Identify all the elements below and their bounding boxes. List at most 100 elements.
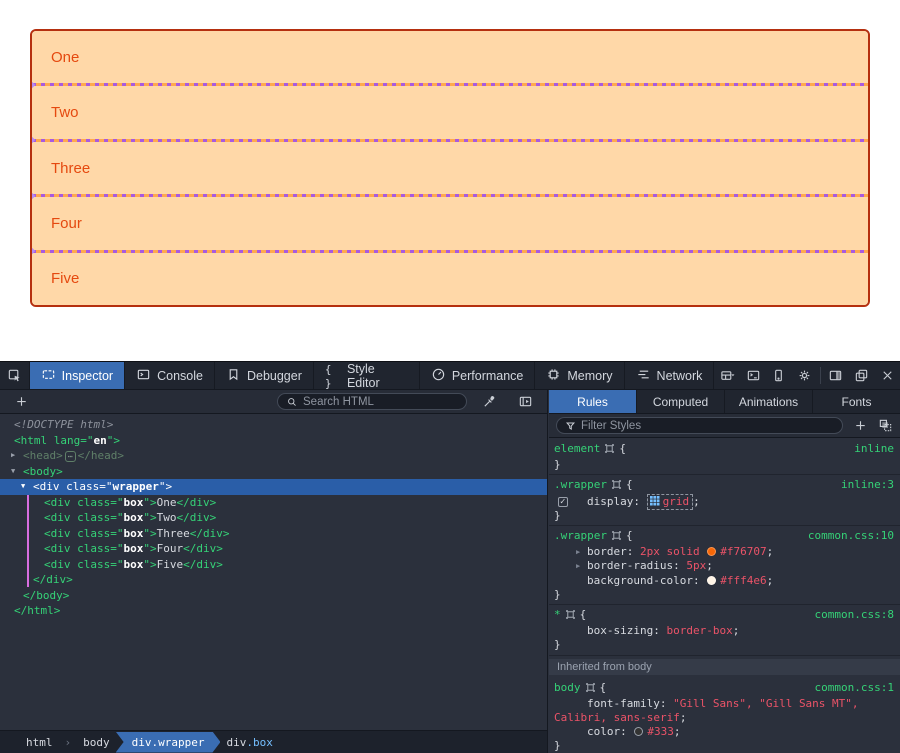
color-swatch[interactable]	[634, 727, 643, 736]
stylesheet-link[interactable]: common.css:1	[815, 681, 894, 695]
property-name: box-sizing	[587, 624, 653, 637]
declaration-checkbox[interactable]	[558, 497, 568, 507]
tree-node-row[interactable]: <html lang="en">	[0, 433, 547, 449]
expand-pane-button[interactable]	[512, 394, 539, 409]
grid-line	[32, 194, 868, 197]
screenshot-root: OneTwoThreeFourFive InspectorConsoleDebu…	[0, 0, 900, 753]
devtools-toolbar: InspectorConsoleDebugger{ }Style EditorP…	[0, 362, 900, 390]
tree-node-row[interactable]: </div>	[0, 572, 547, 588]
toolbox-tab-debugger[interactable]: Debugger	[215, 362, 314, 389]
tree-node-row[interactable]: <div class="box">One</div>	[0, 495, 547, 511]
grid-line	[32, 139, 868, 142]
toolbox-tab-network[interactable]: Network	[625, 362, 715, 389]
property-value[interactable]: border-box	[666, 624, 732, 637]
expand-arrow-icon[interactable]: ▶	[11, 448, 15, 464]
property-value[interactable]: #f76707	[720, 545, 766, 558]
add-rule-button[interactable]	[853, 418, 868, 433]
stylesheet-link[interactable]: inline:3	[841, 478, 894, 492]
rule-selector[interactable]: body	[554, 681, 581, 694]
tree-node-row[interactable]: <div class="box">Five</div>	[0, 557, 547, 573]
highlight-matches-icon[interactable]	[611, 480, 622, 493]
property-value[interactable]: #fff4e6	[720, 574, 766, 587]
tree-node-row[interactable]: <div class="box">Three</div>	[0, 526, 547, 542]
color-swatch[interactable]	[707, 547, 716, 556]
breadcrumb-item[interactable]: div.box	[224, 736, 274, 749]
sidebar-tabs: RulesComputedAnimationsFonts	[549, 390, 900, 414]
filter-styles-input[interactable]: Filter Styles	[556, 417, 843, 434]
breadcrumb-item[interactable]: body	[81, 736, 112, 749]
inherited-header: Inherited from body	[549, 659, 900, 675]
sidebar-tab-fonts[interactable]: Fonts	[813, 390, 900, 413]
rule-selector[interactable]: .wrapper	[554, 478, 607, 491]
markup-toolbar: Search HTML	[0, 390, 547, 414]
console-icon	[136, 367, 151, 385]
sidebar-tab-computed[interactable]: Computed	[637, 390, 725, 413]
color-swatch[interactable]	[707, 576, 716, 585]
tree-node-row[interactable]: </html>	[0, 603, 547, 619]
property-name: background-color	[587, 574, 693, 587]
split-console-button[interactable]	[740, 362, 766, 389]
css-declaration[interactable]: box-sizing: border-box;	[549, 624, 900, 638]
stylesheet-link[interactable]: inline	[854, 442, 894, 456]
responsive-mode-button[interactable]	[766, 362, 792, 389]
rule-selector[interactable]: *	[554, 608, 561, 621]
toolbox-tab-performance[interactable]: Performance	[420, 362, 536, 389]
node-picker-button[interactable]	[0, 362, 30, 389]
collapse-arrow-icon[interactable]: ▼	[11, 464, 15, 480]
tree-node-row[interactable]: ▶<head>⋯</head>	[0, 448, 547, 464]
add-node-button[interactable]	[8, 394, 35, 409]
highlight-matches-icon[interactable]	[585, 683, 596, 696]
tree-node-row[interactable]: ▼<body>	[0, 464, 547, 480]
selected-node-row[interactable]: ▼<div class="wrapper">	[0, 479, 547, 495]
toolbox-tab-memory[interactable]: Memory	[535, 362, 624, 389]
grid-icon	[650, 495, 663, 508]
css-declaration[interactable]: font-family: "Gill Sans", "Gill Sans MT"…	[549, 697, 900, 725]
highlight-matches-icon[interactable]	[565, 610, 576, 623]
breadcrumb-item[interactable]: html	[24, 736, 55, 749]
frame-picker-button[interactable]	[714, 362, 740, 389]
close-button[interactable]	[874, 362, 900, 389]
css-declaration[interactable]: ▶border-radius: 5px;	[549, 559, 900, 573]
sidebar-tab-animations[interactable]: Animations	[725, 390, 813, 413]
breadcrumb: html›bodydiv.wrapperdiv.box	[0, 730, 547, 753]
property-value[interactable]: grid	[663, 495, 690, 508]
dock-side-button[interactable]	[823, 362, 849, 389]
toolbox-tab-style-editor[interactable]: { }Style Editor	[314, 362, 420, 389]
tree-node-row[interactable]: <div class="box">Two</div>	[0, 510, 547, 526]
expand-shorthand-icon[interactable]: ▶	[576, 545, 580, 559]
tree-node-row[interactable]: </body>	[0, 588, 547, 604]
property-name: color	[587, 725, 620, 738]
grid-box-label: Two	[51, 104, 79, 121]
highlight-matches-icon[interactable]	[604, 444, 615, 457]
tree-node-row[interactable]: <!DOCTYPE html>	[0, 417, 547, 433]
separate-window-button[interactable]	[848, 362, 874, 389]
stylesheet-link[interactable]: common.css:8	[815, 608, 894, 622]
toolbox-tab-console[interactable]: Console	[125, 362, 215, 389]
css-declaration[interactable]: ▶border: 2px solid #f76707;	[549, 545, 900, 559]
collapse-arrow-icon[interactable]: ▼	[21, 479, 25, 495]
property-value[interactable]: #333	[647, 725, 674, 738]
stylesheet-link[interactable]: common.css:10	[808, 529, 894, 543]
settings-button[interactable]	[792, 362, 818, 389]
css-declaration[interactable]: display: grid;	[549, 495, 900, 509]
rule-selector[interactable]: .wrapper	[554, 529, 607, 542]
highlight-matches-icon[interactable]	[611, 531, 622, 544]
tab-label: Memory	[567, 369, 612, 383]
expand-shorthand-icon[interactable]: ▶	[576, 559, 580, 573]
sidebar-tab-rules[interactable]: Rules	[549, 390, 637, 413]
css-declaration[interactable]: color: #333;	[549, 725, 900, 739]
search-input[interactable]: Search HTML	[277, 393, 467, 410]
search-placeholder: Search HTML	[303, 396, 374, 408]
property-name: border-radius	[587, 559, 673, 572]
eyedropper-button[interactable]	[476, 394, 503, 409]
breadcrumb-item[interactable]: div.wrapper	[116, 732, 221, 753]
property-value[interactable]: 5px	[686, 559, 706, 572]
grid-highlighter-toggle[interactable]: grid	[647, 494, 694, 510]
pseudo-class-panel-button[interactable]	[878, 418, 893, 433]
selected-children-guide	[27, 495, 29, 587]
css-declaration[interactable]: background-color: #fff4e6;	[549, 574, 900, 588]
tree-node-row[interactable]: <div class="box">Four</div>	[0, 541, 547, 557]
rule-selector[interactable]: element	[554, 442, 600, 455]
toolbox-tab-inspector[interactable]: Inspector	[30, 362, 125, 389]
grid-box: Two	[32, 86, 868, 138]
